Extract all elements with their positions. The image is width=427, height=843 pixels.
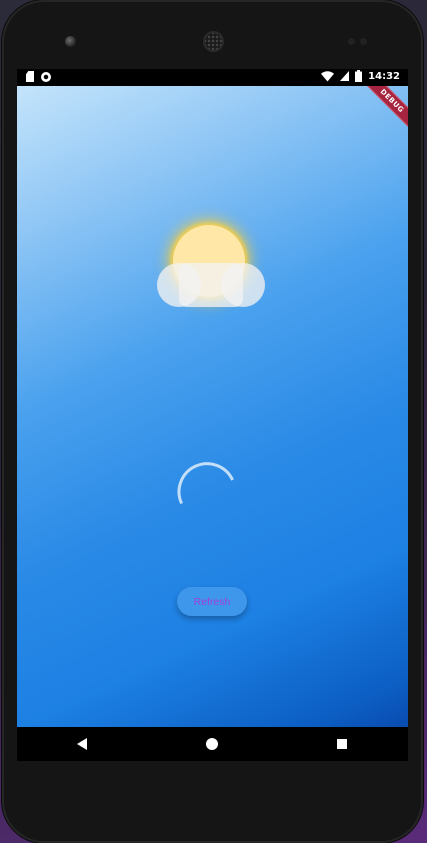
device-frame: 14:32 DEBUG Refresh — [2, 0, 423, 843]
status-bar-right: 14:32 — [321, 70, 400, 82]
battery-icon — [355, 70, 363, 82]
refresh-button[interactable]: Refresh — [177, 587, 247, 616]
debug-banner: DEBUG — [357, 86, 408, 136]
system-navigation-bar — [17, 727, 408, 761]
status-bar-left — [26, 71, 51, 82]
cellular-signal-icon — [340, 71, 350, 81]
device-screen: 14:32 DEBUG Refresh — [17, 69, 408, 761]
wifi-icon — [321, 70, 335, 81]
sd-card-icon — [26, 71, 34, 82]
status-time: 14:32 — [368, 70, 400, 82]
back-icon — [77, 738, 87, 750]
home-icon — [206, 738, 218, 750]
home-button[interactable] — [204, 736, 220, 752]
proximity-sensor — [348, 38, 355, 45]
front-camera — [65, 36, 76, 47]
back-button[interactable] — [74, 736, 90, 752]
earpiece-speaker — [203, 31, 224, 52]
cloud-icon — [157, 251, 267, 307]
weather-app-view: DEBUG Refresh — [17, 86, 408, 727]
light-sensor — [360, 38, 367, 45]
sync-circle-icon — [41, 71, 51, 82]
recents-icon — [337, 739, 347, 749]
status-bar: 14:32 — [17, 69, 408, 86]
device-top-bezel — [2, 0, 423, 70]
recents-button[interactable] — [334, 736, 350, 752]
circular-progress-icon — [177, 462, 234, 505]
sun-behind-cloud-icon — [157, 218, 269, 318]
